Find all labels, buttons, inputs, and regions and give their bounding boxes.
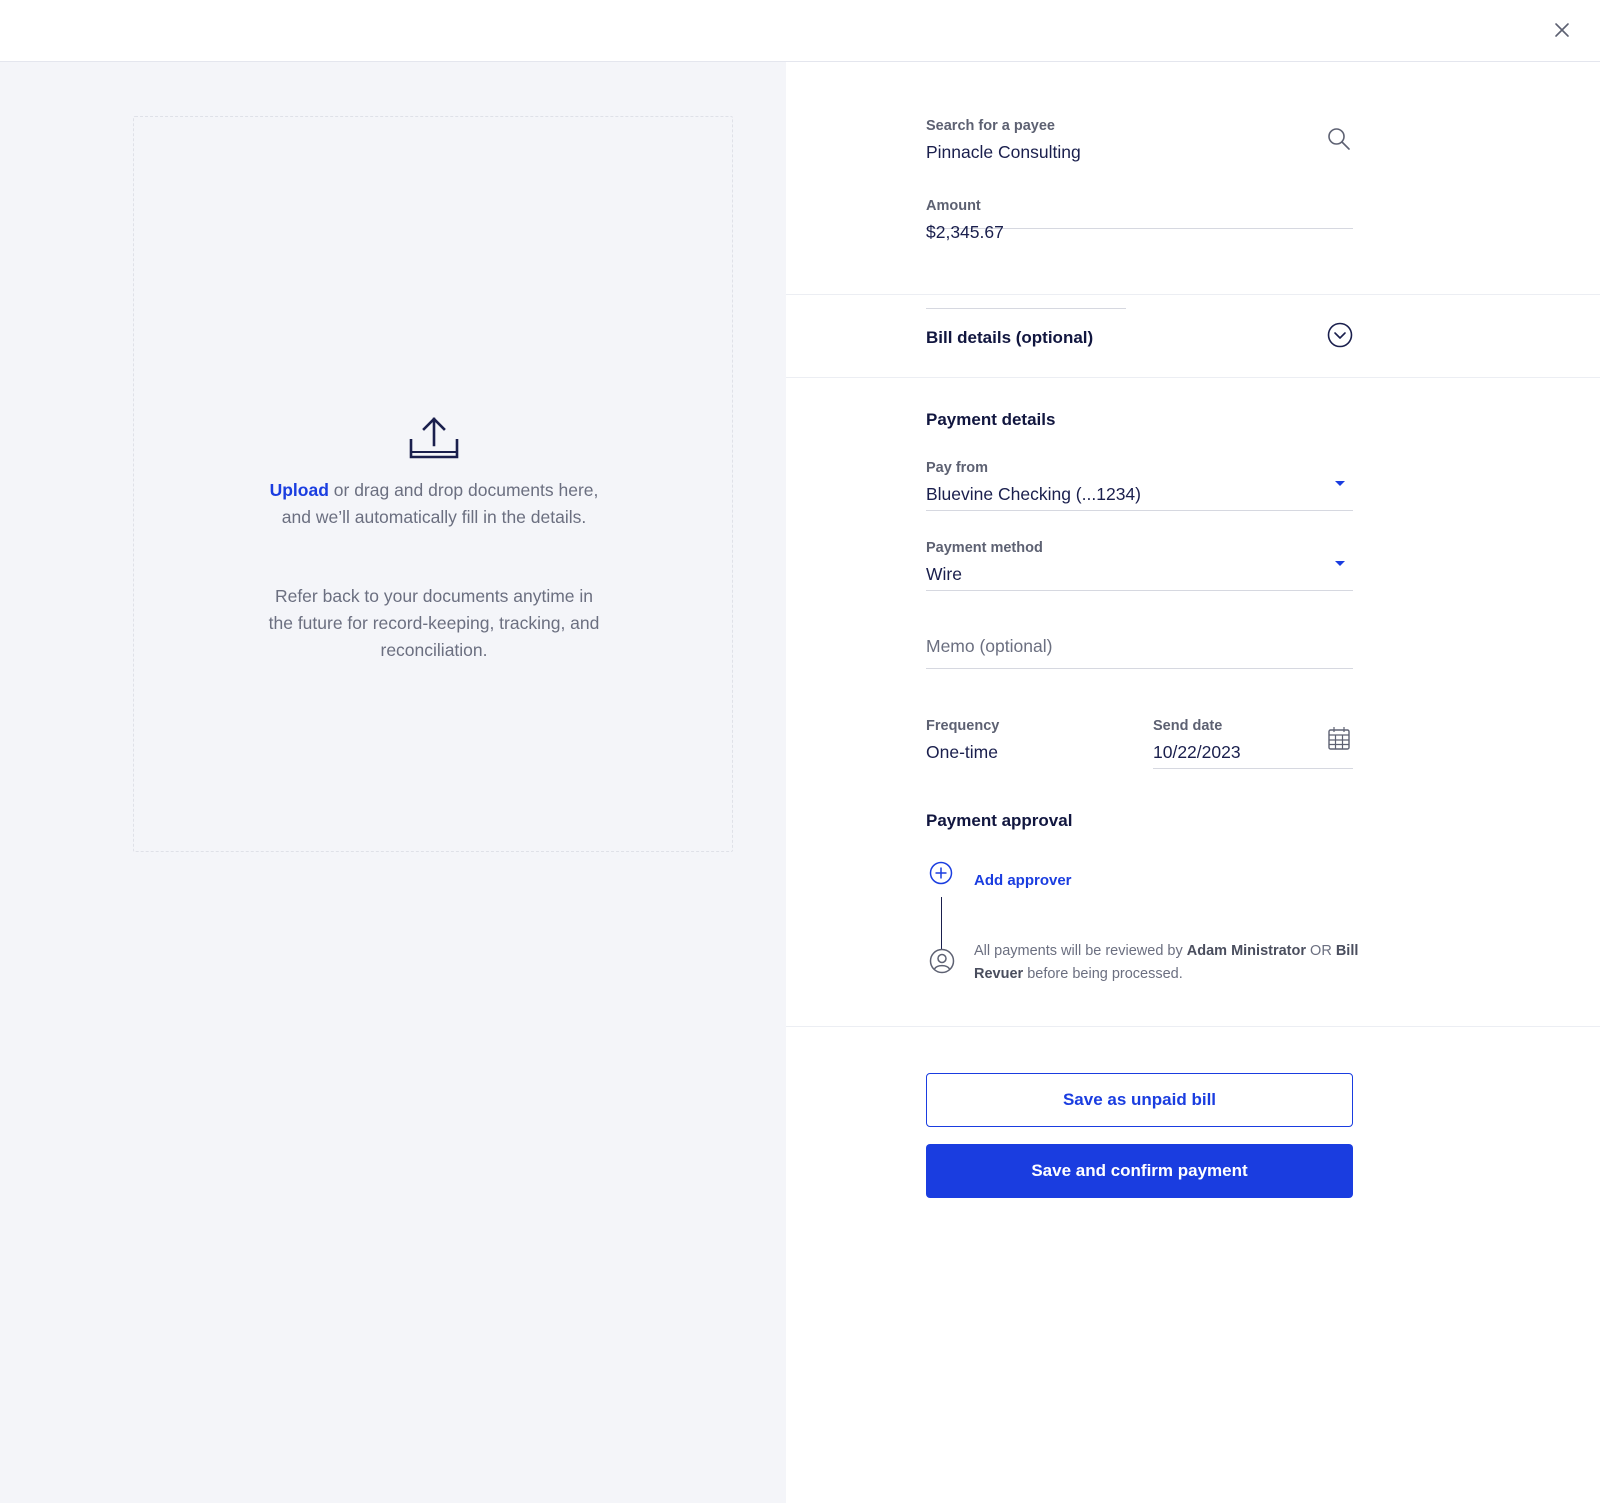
add-approver-button[interactable] [929, 861, 953, 885]
calendar-icon [1328, 727, 1350, 750]
caret-down-icon[interactable] [1334, 560, 1346, 567]
payee-search-field[interactable]: Search for a payee Pinnacle Consulting [926, 118, 1353, 229]
upload-note: Refer back to your documents anytime in … [268, 586, 600, 660]
approver-avatar [929, 948, 955, 974]
upload-link[interactable]: Upload [270, 480, 329, 500]
save-confirm-payment-button[interactable]: Save and confirm payment [926, 1144, 1353, 1198]
add-approver-link[interactable]: Add approver [974, 872, 1072, 889]
amount-field[interactable]: Amount $2,345.67 [926, 198, 1126, 309]
save-unpaid-bill-button[interactable]: Save as unpaid bill [926, 1073, 1353, 1127]
amount-value[interactable]: $2,345.67 [926, 222, 1126, 243]
approval-review-text: All payments will be reviewed by Adam Mi… [974, 943, 1359, 982]
close-button[interactable] [1550, 18, 1574, 42]
send-date-field[interactable]: Send date 10/22/2023 [1153, 718, 1353, 769]
upload-icon [409, 417, 459, 459]
bill-details-toggle-label[interactable]: Bill details (optional) [926, 328, 1093, 348]
chevron-down-circle-icon [1327, 322, 1353, 348]
send-date-value[interactable]: 10/22/2023 [1153, 742, 1353, 763]
payment-approval-title: Payment approval [926, 811, 1073, 830]
payee-label: Search for a payee [926, 118, 1055, 134]
payment-method-select[interactable]: Payment method Wire [926, 540, 1353, 591]
frequency-value[interactable]: One-time [926, 742, 1126, 763]
upload-instructions: Upload or drag and drop documents here, … [269, 480, 599, 527]
document-panel: Upload or drag and drop documents here, … [0, 62, 786, 1503]
pay-from-value[interactable]: Bluevine Checking (...1234) [926, 484, 1353, 505]
search-button[interactable] [1326, 126, 1352, 152]
frequency-label: Frequency [926, 718, 1000, 734]
plus-circle-icon [929, 861, 953, 885]
upload-dropzone[interactable]: Upload or drag and drop documents here, … [133, 116, 733, 852]
pay-from-label: Pay from [926, 460, 989, 476]
top-bar [0, 0, 1600, 62]
search-icon [1328, 128, 1350, 150]
caret-down-icon[interactable] [1334, 480, 1346, 487]
send-date-label: Send date [1153, 718, 1223, 734]
payment-method-value[interactable]: Wire [926, 564, 1353, 585]
approver-name-1: Adam Ministrator [1186, 943, 1307, 959]
amount-label: Amount [926, 198, 981, 214]
user-circle-icon [929, 948, 955, 974]
calendar-button[interactable] [1327, 725, 1351, 751]
close-icon [1555, 23, 1569, 37]
approver-connector [941, 897, 942, 949]
bill-form: Search for a payee Pinnacle Consulting A… [786, 62, 1600, 1503]
memo-field[interactable]: Memo (optional) [926, 636, 1353, 669]
bill-details-toggle[interactable] [1327, 322, 1353, 348]
memo-placeholder[interactable]: Memo (optional) [926, 636, 1353, 657]
frequency-field[interactable]: Frequency One-time [926, 718, 1126, 763]
payee-value[interactable]: Pinnacle Consulting [926, 142, 1353, 163]
payment-details-title: Payment details [926, 410, 1056, 429]
payment-method-label: Payment method [926, 540, 1043, 556]
pay-from-select[interactable]: Pay from Bluevine Checking (...1234) [926, 460, 1353, 511]
